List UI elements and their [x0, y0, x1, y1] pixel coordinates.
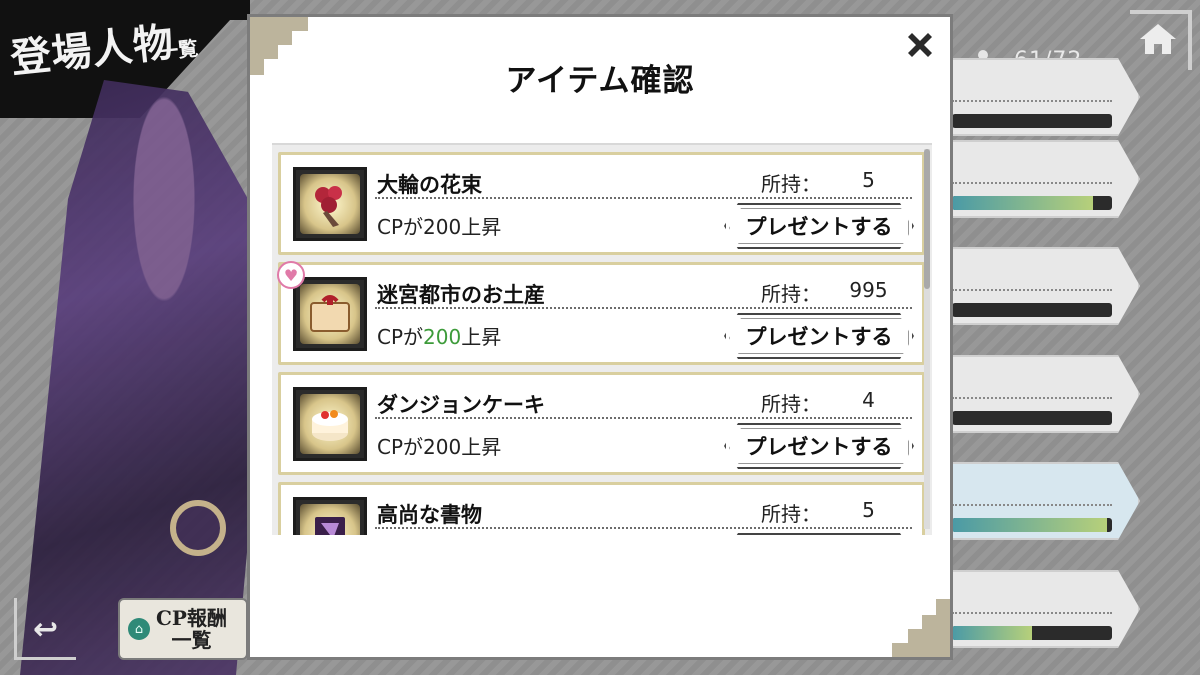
character-panel[interactable]	[940, 247, 1140, 325]
effect-value: 200	[423, 325, 462, 349]
cp-progress-bar	[952, 303, 1112, 317]
panel-divider	[952, 100, 1112, 102]
cp-progress-fill	[952, 626, 1032, 640]
list-item: ♥ 迷宮都市のお土産 所持： 995 CPが200上昇 プレゼントする	[277, 261, 925, 365]
present-button[interactable]: プレゼントする	[724, 423, 914, 469]
item-name: 高尚な書物	[377, 503, 482, 527]
item-name: 大輪の花束	[377, 173, 482, 197]
panel-divider	[952, 504, 1112, 506]
character-panel[interactable]	[940, 570, 1140, 648]
scrollbar-thumb[interactable]	[924, 149, 930, 289]
owned-count: 4	[862, 388, 875, 412]
dialog-title: アイテム確認	[505, 63, 695, 99]
screen-title: 登場人物	[8, 18, 177, 83]
favorite-heart-icon: ♥	[277, 261, 305, 289]
cp-reward-label: CP報酬 一覧	[156, 606, 227, 652]
item-divider	[375, 417, 912, 419]
present-button[interactable]: プレゼントする	[724, 203, 914, 249]
item-icon-frame[interactable]	[293, 167, 367, 241]
effect-value: 200	[423, 215, 462, 239]
book-icon	[300, 504, 360, 535]
item-icon-frame[interactable]	[293, 497, 367, 535]
owned-label: 所持：	[761, 172, 821, 196]
owned-count: 5	[862, 498, 875, 522]
back-button[interactable]: ↩	[14, 598, 76, 660]
owned-label: 所持：	[761, 392, 821, 416]
item-effect: CPが200上昇	[377, 431, 501, 460]
item-name: 迷宮都市のお土産	[377, 283, 545, 307]
cp-progress-bar	[952, 626, 1112, 640]
effect-value: 200	[423, 435, 462, 459]
character-panel[interactable]	[940, 140, 1140, 218]
list-item: ダンジョンケーキ 所持： 4 CPが200上昇 プレゼントする	[278, 372, 925, 475]
item-icon-frame[interactable]	[293, 277, 367, 351]
item-icon-frame[interactable]	[293, 387, 367, 461]
list-item: 大輪の花束 所持： 5 CPが200上昇 プレゼントする	[278, 152, 925, 255]
effect-prefix: CPが	[377, 325, 424, 349]
character-panel[interactable]	[940, 58, 1140, 136]
item-divider	[375, 527, 912, 529]
scrollbar[interactable]	[924, 149, 930, 529]
list-item: 高尚な書物所持：5CPが200上昇プレゼントする	[278, 482, 925, 535]
effect-prefix: CPが	[377, 435, 424, 459]
character-illustration	[20, 80, 260, 675]
effect-suffix: 上昇	[461, 215, 502, 239]
home-button[interactable]	[1130, 10, 1192, 70]
gift-icon: ⌂	[128, 618, 150, 640]
item-divider	[375, 307, 912, 309]
item-divider	[375, 197, 912, 199]
owned-label: 所持：	[761, 502, 821, 526]
bouquet-icon	[300, 174, 360, 234]
present-button[interactable]: プレゼントする	[724, 533, 914, 535]
item-effect: CPが200上昇	[377, 211, 501, 240]
present-button[interactable]: プレゼントする	[724, 313, 914, 359]
back-arrow-icon: ↩	[33, 612, 59, 647]
panel-divider	[952, 612, 1112, 614]
cake-icon	[300, 394, 360, 454]
effect-prefix: CPが	[377, 215, 424, 239]
corner-ornament	[892, 599, 950, 657]
cp-progress-bar	[952, 411, 1112, 425]
cp-progress-bar	[952, 518, 1112, 532]
item-effect: CPが200上昇	[377, 321, 501, 350]
cp-progress-fill	[952, 196, 1093, 210]
character-panel[interactable]	[940, 355, 1140, 433]
screen-subtitle: 一覧	[157, 35, 200, 65]
cp-progress-bar	[952, 114, 1112, 128]
home-icon	[1140, 24, 1176, 54]
cp-reward-list-button[interactable]: ⌂ CP報酬 一覧	[118, 598, 248, 660]
cp-progress-bar	[952, 196, 1112, 210]
cp-progress-fill	[952, 518, 1108, 532]
item-confirm-dialog: アイテム確認 大輪の花束 所持： 5 CPが200上昇 プレゼントする ♥ 迷宮都市のお土産…	[247, 14, 953, 660]
owned-count: 5	[862, 168, 875, 192]
effect-suffix: 上昇	[461, 325, 502, 349]
item-name: ダンジョンケーキ	[377, 393, 545, 417]
owned-label: 所持：	[761, 282, 821, 306]
panel-divider	[952, 397, 1112, 399]
owned-count: 995	[849, 278, 888, 302]
gift-box-icon	[300, 284, 360, 344]
character-panel[interactable]	[940, 462, 1140, 540]
panel-divider	[952, 289, 1112, 291]
effect-suffix: 上昇	[461, 435, 502, 459]
item-list[interactable]: 大輪の花束 所持： 5 CPが200上昇 プレゼントする ♥ 迷宮都市のお土産 所持： 995 C…	[272, 143, 932, 535]
panel-divider	[952, 182, 1112, 184]
